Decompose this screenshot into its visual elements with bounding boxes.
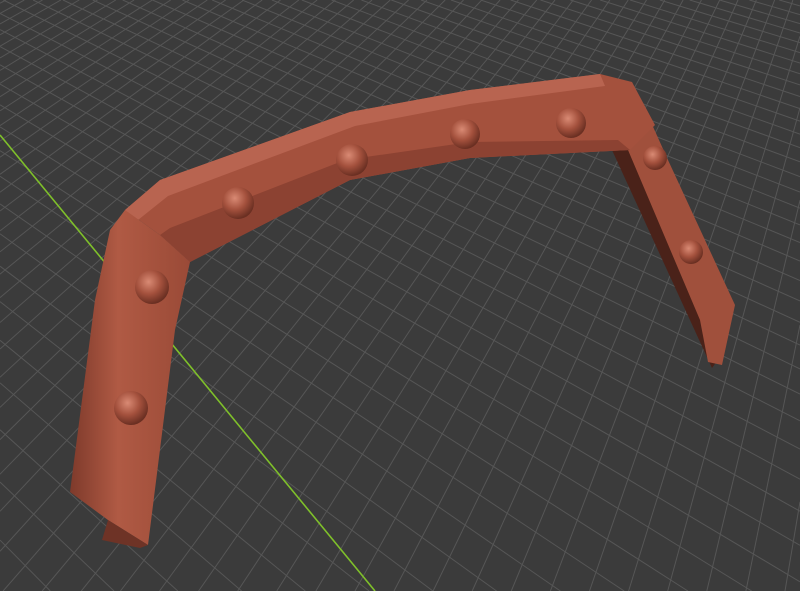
stud	[336, 144, 368, 176]
stud	[135, 270, 169, 304]
grid-line	[0, 0, 208, 142]
grid-line	[667, 107, 800, 591]
grid-line	[0, 301, 370, 591]
grid-line	[719, 0, 800, 25]
arch-model[interactable]	[70, 74, 735, 548]
grid-line	[0, 0, 62, 36]
stud	[556, 108, 586, 138]
grid-line	[0, 0, 25, 14]
arch-left-leg	[70, 210, 190, 545]
stud	[114, 391, 148, 425]
grid-line	[0, 539, 51, 591]
stud	[679, 240, 703, 264]
grid-line	[570, 0, 800, 75]
grid-line	[659, 0, 800, 44]
grid-line	[600, 0, 800, 64]
3d-viewport[interactable]	[0, 0, 800, 591]
grid-line	[0, 265, 434, 591]
stud	[450, 119, 480, 149]
stud	[643, 146, 667, 170]
grid-line	[0, 233, 497, 591]
grid-line	[0, 0, 98, 59]
viewport-canvas[interactable]	[0, 0, 800, 591]
stud	[222, 187, 254, 219]
grid-line	[0, 0, 43, 25]
grid-line	[779, 0, 800, 7]
